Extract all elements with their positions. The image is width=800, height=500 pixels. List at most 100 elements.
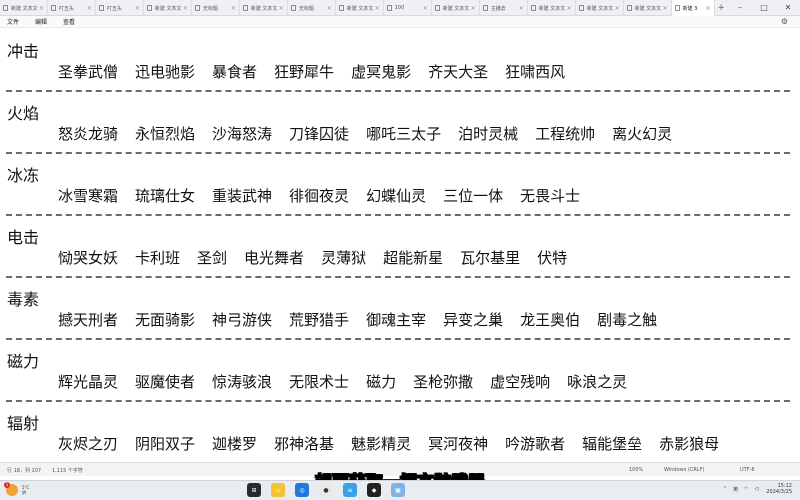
- chrome-icon[interactable]: ●: [319, 483, 333, 497]
- weapon-name: 吟游歌者: [505, 435, 566, 453]
- category-block: 火焰 怒炎龙骑 永恒烈焰 沙海怒涛 刀锋囚徒 哪吒三太子 泊时灵械 工程统帅 离火幻灵: [0, 90, 800, 154]
- weapon-name: 咏浪之灵: [567, 373, 628, 391]
- tab-5[interactable]: 新建 文本文 ×: [240, 0, 288, 16]
- tab-11[interactable]: 新建 文本文 ×: [528, 0, 576, 16]
- close-icon[interactable]: ×: [519, 5, 524, 12]
- weapon-name: 沙海怒涛: [212, 125, 273, 143]
- weapon-list: 辉光晶灵 驱魔使者 惊涛骇浪 无限术士 磁力 圣枪弥撒 虚空残响 咏浪之灵: [58, 371, 644, 392]
- wifi-icon[interactable]: ◠: [744, 486, 748, 492]
- document-icon: [290, 5, 296, 11]
- close-icon[interactable]: ×: [231, 5, 236, 12]
- tab-13[interactable]: 新建 文本文 ×: [624, 0, 672, 16]
- notepad-icon[interactable]: ≡: [343, 483, 357, 497]
- app-icon[interactable]: ◆: [367, 483, 381, 497]
- close-icon[interactable]: ×: [183, 5, 188, 12]
- tab-4[interactable]: 无标题 ×: [192, 0, 240, 16]
- tab-label: 新建 文本文: [250, 5, 277, 12]
- menu-file[interactable]: 文件: [7, 17, 19, 26]
- weapon-name: 剧毒之触: [597, 311, 658, 329]
- document-icon: [578, 5, 584, 11]
- close-window-button[interactable]: ✕: [776, 0, 800, 15]
- windows-start-icon[interactable]: ⊞: [247, 483, 261, 497]
- clock[interactable]: 15:12 2024/3/25: [766, 483, 792, 495]
- close-icon[interactable]: ×: [471, 5, 476, 12]
- minimize-button[interactable]: –: [728, 0, 752, 15]
- close-icon[interactable]: ×: [423, 5, 428, 12]
- document-icon: [242, 5, 248, 11]
- category-title: 火焰: [7, 104, 40, 123]
- gear-icon[interactable]: ⚙: [781, 17, 788, 26]
- close-icon[interactable]: ×: [279, 5, 284, 12]
- weapon-name: 狂野犀牛: [274, 63, 335, 81]
- weapon-name: 无面骑影: [135, 311, 196, 329]
- weapon-name: 磁力: [366, 373, 397, 391]
- taskbar-apps: ⊞ ▭ ◎ ● ≡ ◆ ▣: [247, 483, 415, 497]
- tab-0[interactable]: 新建 文本文 ×: [0, 0, 48, 16]
- tab-9[interactable]: 新建 文本文 ×: [432, 0, 480, 16]
- weapon-name: 冥河夜神: [428, 435, 489, 453]
- weapon-name: 虚冥鬼影: [351, 63, 412, 81]
- new-tab-button[interactable]: +: [715, 0, 728, 15]
- tab-12[interactable]: 新建 文本文 ×: [576, 0, 624, 16]
- weapon-name: 永恒烈焰: [135, 125, 196, 143]
- menu-edit[interactable]: 编辑: [35, 17, 47, 26]
- tab-label: 新建 文本文: [586, 5, 613, 12]
- close-icon[interactable]: ×: [39, 5, 44, 12]
- weapon-name: 伏特: [537, 249, 568, 267]
- menu-view[interactable]: 查看: [63, 17, 75, 26]
- weapon-name: 离火幻灵: [612, 125, 673, 143]
- window-controls: – □ ✕: [728, 0, 800, 15]
- category-block: 电击 恸哭女妖 卡利班 圣剑 电光舞者 灵薄狱 超能新星 瓦尔基里 伏特: [0, 214, 800, 278]
- weapon-name: 泊时灵械: [458, 125, 519, 143]
- close-icon[interactable]: ×: [375, 5, 380, 12]
- close-icon[interactable]: ×: [135, 5, 140, 12]
- category-block: 冰冻 冰雪寒霜 琉璃仕女 重装武神 徘徊夜灵 幻蝶仙灵 三位一体 无畏斗士: [0, 152, 800, 216]
- weapon-name: 圣拳武僧: [58, 63, 119, 81]
- tab-strip: 新建 文本文 × 叮五头 × 叮五头 × 新建 文本文 × 无标题 × 新建 文本文 × 无标题 × 新建 …: [0, 0, 800, 16]
- weather-icon: 1: [4, 482, 18, 496]
- close-icon[interactable]: ×: [87, 5, 92, 12]
- weapon-name: 邪神洛基: [274, 435, 335, 453]
- volume-icon[interactable]: ◁: [755, 486, 759, 492]
- close-icon[interactable]: ×: [705, 5, 710, 12]
- tab-10[interactable]: 主播去 ×: [480, 0, 528, 16]
- chevron-up-icon[interactable]: ⌃: [723, 486, 727, 492]
- weapon-name: 徘徊夜灵: [289, 187, 350, 205]
- weapon-name: 迅电驰影: [135, 63, 196, 81]
- close-icon[interactable]: ×: [327, 5, 332, 12]
- tab-6[interactable]: 无标题 ×: [288, 0, 336, 16]
- weapon-name: 灰烬之刃: [58, 435, 119, 453]
- tab-label: 主播去: [490, 5, 506, 12]
- weapon-name: 无限术士: [289, 373, 350, 391]
- tab-14[interactable]: 新建 3 ×: [671, 0, 715, 16]
- close-icon[interactable]: ×: [567, 5, 572, 12]
- weapon-name: 撼天刑者: [58, 311, 119, 329]
- close-icon[interactable]: ×: [615, 5, 620, 12]
- input-language[interactable]: 英: [733, 486, 738, 493]
- weapon-name: 刀锋囚徒: [289, 125, 350, 143]
- weapon-name: 灵薄狱: [321, 249, 367, 267]
- file-explorer-icon[interactable]: ▭: [271, 483, 285, 497]
- document-icon: [626, 5, 632, 11]
- edge-browser-icon[interactable]: ◎: [295, 483, 309, 497]
- tab-3[interactable]: 新建 文本文 ×: [144, 0, 192, 16]
- category-title: 磁力: [7, 352, 40, 371]
- document-icon: [146, 5, 152, 11]
- weapon-name: 狂啸西风: [505, 63, 566, 81]
- weapon-list: 怒炎龙骑 永恒烈焰 沙海怒涛 刀锋囚徒 哪吒三太子 泊时灵械 工程统帅 离火幻灵: [58, 123, 689, 144]
- close-icon[interactable]: ×: [663, 5, 668, 12]
- document-icon: [386, 5, 392, 11]
- weapon-name: 辐能堡垒: [582, 435, 643, 453]
- tab-8[interactable]: 100 ×: [384, 0, 432, 16]
- tab-7[interactable]: 新建 文本文 ×: [336, 0, 384, 16]
- tab-1[interactable]: 叮五头 ×: [48, 0, 96, 16]
- maximize-button[interactable]: □: [752, 0, 776, 15]
- weapon-name: 无畏斗士: [520, 187, 581, 205]
- weather-widget[interactable]: 1 5°C 阴: [4, 482, 29, 496]
- tab-2[interactable]: 叮五头 ×: [96, 0, 144, 16]
- category-title: 电击: [7, 228, 40, 247]
- text-editor[interactable]: 冲击 圣拳武僧 迅电驰影 暴食者 狂野犀牛 虚冥鬼影 齐天大圣 狂啸西风 火焰 怒炎龙骑 永恒烈焰沙…: [0, 28, 800, 462]
- category-title: 辐射: [7, 414, 40, 433]
- weather-text: 5°C 阴: [22, 485, 29, 495]
- store-icon[interactable]: ▣: [391, 483, 405, 497]
